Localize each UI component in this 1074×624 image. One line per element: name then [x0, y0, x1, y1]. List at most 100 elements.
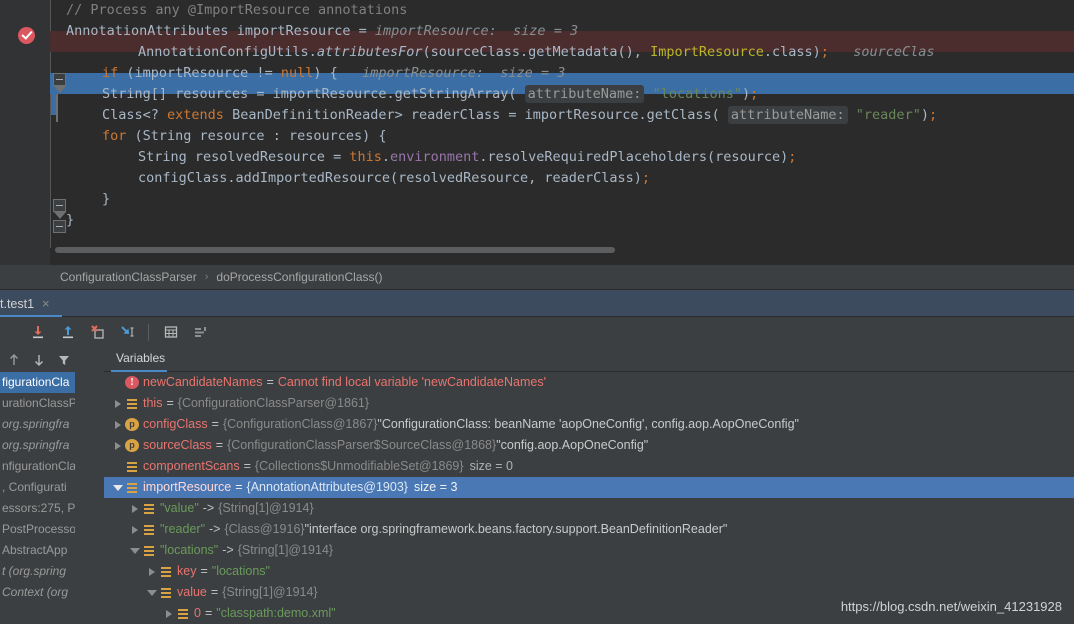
evaluate-expression-icon[interactable]	[157, 318, 185, 346]
frames-down-icon[interactable]	[27, 348, 50, 372]
code-line[interactable]: // Process any @ImportResource annotatio…	[63, 0, 1074, 21]
variable-reference: {String[1]@1914}	[222, 585, 318, 599]
variable-name: importResource	[143, 480, 232, 494]
tab-test1[interactable]: t.test1 ×	[0, 290, 58, 317]
frame-item[interactable]: figurationCla	[0, 372, 75, 393]
variable-row[interactable]: "locations" -> {String[1]@1914}	[104, 540, 1074, 561]
variable-row[interactable]: importResource = {AnnotationAttributes@190…	[104, 477, 1074, 498]
chevron-right-icon[interactable]	[129, 498, 142, 519]
frame-item[interactable]: org.springfra	[0, 435, 75, 456]
variables-tree[interactable]: ! newCandidateNames = Cannot find local var…	[104, 372, 1074, 624]
close-icon[interactable]: ×	[42, 296, 50, 311]
frame-item[interactable]: AbstractApp	[0, 540, 75, 561]
variable-name: componentScans	[143, 459, 240, 473]
variable-row[interactable]: componentScans = {Collections$Unmodifiable…	[104, 456, 1074, 477]
code-token: String[] resources = importResource.getS…	[102, 86, 525, 102]
code-token: .resolveRequiredPlaceholders(resource)	[479, 149, 789, 165]
code-folding-strip[interactable]	[50, 0, 66, 265]
frames-panel[interactable]: figurationCla urationClassP org.springfra o…	[0, 347, 75, 624]
debug-tool-window: t.test1 × figurationCla urationClassP or…	[0, 290, 1074, 624]
code-lines[interactable]: // Process any @ImportResource annotatio…	[63, 0, 1074, 248]
variable-row[interactable]: key = "locations"	[104, 561, 1074, 582]
chevron-right-icon[interactable]	[112, 435, 125, 456]
breadcrumb-method[interactable]: doProcessConfigurationClass()	[216, 270, 382, 284]
variable-reference: {ConfigurationClassParser$SourceClass@18…	[227, 438, 497, 452]
code-editor[interactable]: // Process any @ImportResource annotatio…	[0, 0, 1074, 265]
code-line[interactable]: AnnotationConfigUtils.attributesFor(sour…	[63, 42, 1074, 63]
chevron-down-icon[interactable]	[129, 540, 142, 561]
frames-up-icon[interactable]	[2, 348, 25, 372]
tab-variables-label[interactable]: Variables	[116, 351, 165, 365]
code-token: .	[381, 149, 390, 165]
tab-test1-label: t.test1	[0, 296, 35, 311]
chevron-right-icon[interactable]	[163, 603, 176, 624]
frames-filter-icon[interactable]	[52, 348, 75, 372]
variables-tab-bar: Variables	[104, 347, 1074, 372]
toolbar-separator	[148, 323, 149, 341]
variable-row[interactable]: "value" -> {String[1]@1914}	[104, 498, 1074, 519]
chevron-right-icon[interactable]	[112, 414, 125, 435]
force-step-into-icon[interactable]	[84, 318, 112, 346]
code-token: importResource =	[228, 23, 375, 39]
variable-assign-operator: =	[210, 585, 219, 599]
scrollbar-thumb[interactable]	[55, 247, 615, 253]
chevron-right-icon[interactable]	[146, 561, 159, 582]
code-token: (String resource : resources) {	[126, 128, 387, 144]
code-token: )	[920, 107, 929, 123]
code-line[interactable]: }	[63, 210, 1074, 231]
variable-row[interactable]: ! newCandidateNames = Cannot find local var…	[104, 372, 1074, 393]
run-to-cursor-icon[interactable]	[114, 318, 142, 346]
code-line[interactable]: String[] resources = importResource.getS…	[63, 84, 1074, 105]
editor-gutter[interactable]	[0, 0, 50, 265]
variable-assign-operator: =	[215, 438, 224, 452]
variable-reference: {String[1]@1914}	[237, 543, 334, 557]
code-line[interactable]: String resolvedResource = this.environme…	[63, 147, 1074, 168]
frame-item[interactable]: urationClassP	[0, 393, 75, 414]
code-line[interactable]: AnnotationAttributes importResource = im…	[63, 21, 1074, 42]
variable-name: key	[177, 564, 197, 578]
frame-item[interactable]: essors:275, Po	[0, 498, 75, 519]
code-token: extends	[167, 107, 224, 123]
frame-item[interactable]: Context (org	[0, 582, 75, 603]
variable-name: sourceClass	[143, 438, 212, 452]
chevron-down-icon[interactable]	[146, 582, 159, 603]
variable-reference: {ConfigurationClassParser@1861}	[177, 396, 370, 410]
breakpoint-icon[interactable]	[18, 27, 35, 44]
breadcrumb-class[interactable]: ConfigurationClassParser	[60, 270, 197, 284]
frame-item[interactable]: t (org.spring	[0, 561, 75, 582]
step-into-icon[interactable]	[24, 318, 52, 346]
chevron-right-icon[interactable]	[129, 519, 142, 540]
code-token: Class<?	[102, 107, 168, 123]
code-line[interactable]: }	[63, 189, 1074, 210]
debugger-toolbar	[0, 317, 1074, 347]
variable-row[interactable]: "reader" -> {Class@1916} "interface org.sp…	[104, 519, 1074, 540]
variable-assign-operator: =	[235, 480, 243, 494]
frame-item[interactable]: org.springfra	[0, 414, 75, 435]
variable-row[interactable]: p sourceClass = {ConfigurationClassParser$S…	[104, 435, 1074, 456]
frames-list[interactable]: figurationCla urationClassP org.springfra o…	[0, 372, 75, 624]
code-line[interactable]: Class<? extends BeanDefinitionReader> re…	[63, 105, 1074, 126]
breadcrumb-separator-icon: ›	[204, 271, 209, 283]
variable-error-value: Cannot find local variable 'newCandidate…	[277, 375, 546, 389]
variable-row[interactable]: p configClass = {ConfigurationClass@1867} "…	[104, 414, 1074, 435]
variable-key: "locations"	[160, 543, 219, 557]
variable-row[interactable]: this = {ConfigurationClassParser@1861}	[104, 393, 1074, 414]
variable-reference: {Collections$UnmodifiableSet@1869}	[254, 459, 464, 473]
frame-item[interactable]: PostProcesso	[0, 519, 75, 540]
frame-item[interactable]: nfigurationCla	[0, 456, 75, 477]
layout-settings-icon[interactable]	[187, 318, 215, 346]
chevron-down-icon[interactable]	[112, 477, 125, 498]
code-token: }	[102, 191, 111, 207]
code-token: for	[102, 128, 127, 144]
code-line[interactable]: configClass.addImportedResource(resolved…	[63, 168, 1074, 189]
field-icon	[125, 393, 139, 414]
step-out-icon[interactable]	[54, 318, 82, 346]
editor-horizontal-scrollbar[interactable]	[55, 247, 1074, 253]
frame-item[interactable]: , Configurati	[0, 477, 75, 498]
code-line[interactable]: for (String resource : resources) {	[63, 126, 1074, 147]
code-line[interactable]: if (importResource != null) { importReso…	[63, 63, 1074, 84]
code-token: (importResource !=	[118, 65, 281, 81]
field-icon	[125, 456, 139, 477]
chevron-right-icon[interactable]	[112, 393, 125, 414]
